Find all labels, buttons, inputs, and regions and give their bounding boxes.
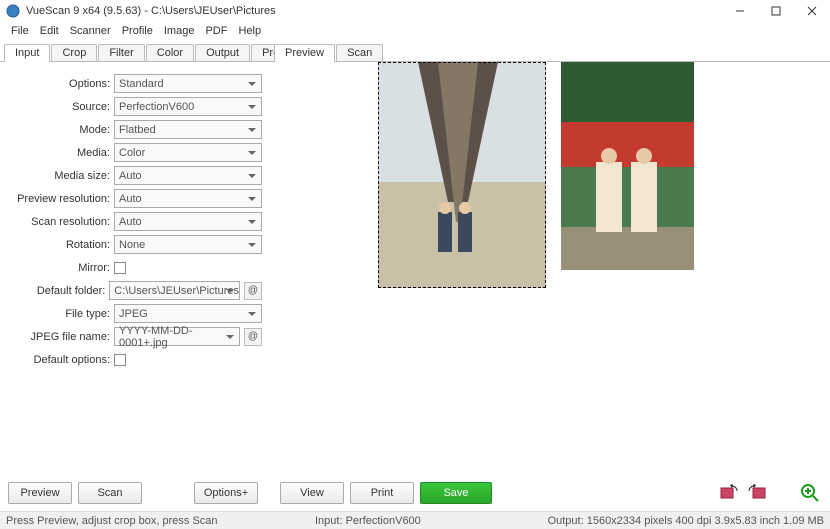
- input-panel: Options:Standard Source:PerfectionV600 M…: [0, 61, 270, 475]
- options-label: Options:: [8, 78, 114, 90]
- file-type-label: File type:: [8, 308, 114, 320]
- jpeg-name-label: JPEG file name:: [8, 331, 114, 343]
- tab-scan[interactable]: Scan: [336, 44, 383, 62]
- mirror-label: Mirror:: [8, 262, 114, 274]
- preview-page: [378, 62, 728, 452]
- window-title: VueScan 9 x64 (9.5.63) - C:\Users\JEUser…: [26, 5, 722, 17]
- rotate-right-icon[interactable]: [746, 482, 770, 504]
- menu-profile[interactable]: Profile: [117, 25, 158, 37]
- preview-image-2[interactable]: [561, 62, 694, 270]
- scan-res-select[interactable]: Auto: [114, 212, 262, 231]
- media-label: Media:: [8, 147, 114, 159]
- zoom-icon[interactable]: [798, 482, 822, 504]
- file-type-select[interactable]: JPEG: [114, 304, 262, 323]
- options-select[interactable]: Standard: [114, 74, 262, 93]
- statusbar: Press Preview, adjust crop box, press Sc…: [0, 511, 830, 529]
- status-mid: Input: PerfectionV600: [315, 515, 515, 527]
- scan-res-label: Scan resolution:: [8, 216, 114, 228]
- tab-preview[interactable]: Preview: [274, 44, 335, 62]
- preview-panel: [270, 61, 830, 475]
- menubar: File Edit Scanner Profile Image PDF Help: [0, 22, 830, 40]
- mode-label: Mode:: [8, 124, 114, 136]
- close-button[interactable]: [794, 0, 830, 22]
- tab-filter[interactable]: Filter: [98, 44, 144, 62]
- view-button[interactable]: View: [280, 482, 344, 504]
- default-folder-select[interactable]: C:\Users\JEUser\Pictures: [109, 281, 240, 300]
- status-left: Press Preview, adjust crop box, press Sc…: [6, 515, 315, 527]
- tab-output[interactable]: Output: [195, 44, 250, 62]
- menu-help[interactable]: Help: [233, 25, 266, 37]
- jpeg-name-input[interactable]: YYYY-MM-DD-0001+.jpg: [114, 327, 240, 346]
- left-tabs: Input Crop Filter Color Output Prefs: [4, 42, 270, 62]
- menu-scanner[interactable]: Scanner: [65, 25, 116, 37]
- preview-image-1[interactable]: [378, 62, 546, 288]
- tab-input[interactable]: Input: [4, 44, 50, 62]
- scan-button[interactable]: Scan: [78, 482, 142, 504]
- media-size-label: Media size:: [8, 170, 114, 182]
- maximize-button[interactable]: [758, 0, 794, 22]
- default-options-label: Default options:: [8, 354, 114, 366]
- default-options-checkbox[interactable]: [114, 354, 126, 366]
- rotate-left-icon[interactable]: [716, 482, 740, 504]
- rotation-select[interactable]: None: [114, 235, 262, 254]
- mirror-checkbox[interactable]: [114, 262, 126, 274]
- menu-file[interactable]: File: [6, 25, 34, 37]
- mode-select[interactable]: Flatbed: [114, 120, 262, 139]
- status-right: Output: 1560x2334 pixels 400 dpi 3.9x5.8…: [515, 515, 824, 527]
- options-button[interactable]: Options+: [194, 482, 258, 504]
- bottom-toolbar: Preview Scan Options+ View Print Save: [0, 475, 830, 511]
- media-select[interactable]: Color: [114, 143, 262, 162]
- preview-button[interactable]: Preview: [8, 482, 72, 504]
- menu-image[interactable]: Image: [159, 25, 200, 37]
- menu-edit[interactable]: Edit: [35, 25, 64, 37]
- minimize-button[interactable]: [722, 0, 758, 22]
- app-icon: [6, 4, 20, 18]
- tab-color[interactable]: Color: [146, 44, 194, 62]
- print-button[interactable]: Print: [350, 482, 414, 504]
- tab-crop[interactable]: Crop: [51, 44, 97, 62]
- default-folder-gear-icon[interactable]: @: [244, 282, 262, 300]
- media-size-select[interactable]: Auto: [114, 166, 262, 185]
- right-tabs: Preview Scan: [274, 42, 830, 62]
- jpeg-name-gear-icon[interactable]: @: [244, 328, 262, 346]
- rotation-label: Rotation:: [8, 239, 114, 251]
- menu-pdf[interactable]: PDF: [200, 25, 232, 37]
- titlebar: VueScan 9 x64 (9.5.63) - C:\Users\JEUser…: [0, 0, 830, 22]
- preview-res-select[interactable]: Auto: [114, 189, 262, 208]
- save-button[interactable]: Save: [420, 482, 492, 504]
- source-select[interactable]: PerfectionV600: [114, 97, 262, 116]
- preview-res-label: Preview resolution:: [8, 193, 114, 205]
- source-label: Source:: [8, 101, 114, 113]
- default-folder-label: Default folder:: [8, 285, 109, 297]
